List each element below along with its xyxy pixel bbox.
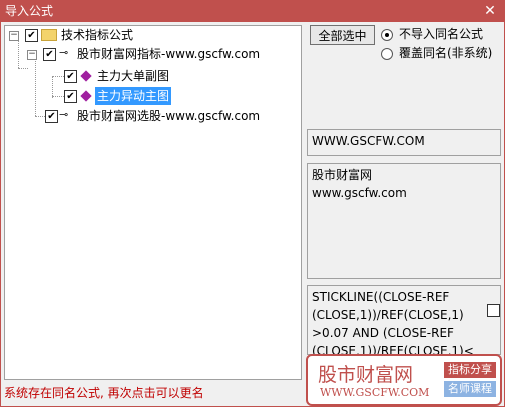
- checkbox-gscfw-stock-picker[interactable]: ✔: [45, 110, 58, 123]
- select-all-button[interactable]: 全部选中: [310, 25, 375, 45]
- collapse-icon[interactable]: −: [27, 50, 37, 60]
- code-checkbox[interactable]: [487, 304, 500, 317]
- tree-item-main-force-big-order[interactable]: ✔ 主力大单副图: [5, 67, 301, 85]
- description-line: www.gscfw.com: [312, 186, 407, 200]
- radio-selected-icon: [381, 28, 393, 41]
- radio-label: 不导入同名公式: [399, 27, 484, 41]
- tree-item-gscfw-indicator[interactable]: − ✔ ⊸ 股市财富网指标-www.gscfw.com: [5, 45, 301, 63]
- checkbox-main-force-anomaly[interactable]: ✔: [64, 90, 77, 103]
- logo-url: WWW.GSCFW.COM: [320, 386, 430, 399]
- logo-tag-indicator-share: 指标分享: [444, 362, 496, 378]
- formula-description-box[interactable]: 股市财富网 www.gscfw.com: [307, 163, 501, 279]
- radio-unselected-icon: [381, 47, 393, 60]
- import-formula-dialog: 导入公式 ✕ − ✔ 技术指标公式 − ✔ ⊸ 股市财富网指标-www.gscf…: [0, 0, 505, 407]
- description-line: 股市财富网: [312, 168, 373, 182]
- radio-label: 覆盖同名(非系统): [399, 46, 493, 60]
- radio-overwrite[interactable]: 覆盖同名(非系统): [381, 45, 492, 61]
- code-line: STICKLINE((CLOSE-REF: [312, 290, 450, 304]
- formula-code-box[interactable]: STICKLINE((CLOSE-REF (CLOSE,1))/REF(CLOS…: [307, 285, 501, 355]
- tree-item-root[interactable]: − ✔ 技术指标公式: [5, 26, 301, 44]
- window-title: 导入公式: [5, 4, 54, 18]
- collapse-icon[interactable]: −: [9, 31, 19, 41]
- logo-name: 股市财富网: [318, 364, 414, 386]
- status-message: 系统存在同名公式, 再次点击可以更名: [4, 386, 204, 400]
- formula-url-box: WWW.GSCFW.COM: [307, 129, 501, 156]
- checkbox-main-force-big-order[interactable]: ✔: [64, 70, 77, 83]
- tree-item-label: 股市财富网指标-www.gscfw.com: [77, 47, 261, 61]
- checkbox-root[interactable]: ✔: [25, 29, 38, 42]
- tree-item-main-force-anomaly[interactable]: ✔ 主力异动主图: [5, 87, 301, 105]
- gscfw-logo: 股市财富网 WWW.GSCFW.COM 指标分享 名师课程: [306, 354, 502, 406]
- tree-item-label: 主力异动主图: [95, 87, 172, 105]
- tree-item-label: 股市财富网选股-www.gscfw.com: [77, 109, 261, 123]
- tree-item-label: 主力大单副图: [97, 69, 170, 83]
- code-line: >0.07 AND (CLOSE-REF: [312, 326, 454, 340]
- code-line: (CLOSE,1))/REF(CLOSE,1): [312, 308, 464, 322]
- formula-url: WWW.GSCFW.COM: [312, 134, 425, 148]
- key-icon: ⊸: [59, 46, 69, 59]
- title-bar: 导入公式 ✕: [1, 1, 504, 22]
- logo-tag-teacher-course: 名师课程: [444, 381, 496, 397]
- tree-item-label: 技术指标公式: [61, 28, 134, 42]
- formula-icon: [80, 70, 92, 82]
- radio-skip-duplicate[interactable]: 不导入同名公式: [381, 26, 483, 42]
- formula-icon: [80, 90, 92, 102]
- checkbox-gscfw-indicator[interactable]: ✔: [43, 48, 56, 61]
- tree-item-gscfw-stock-picker[interactable]: ✔ ⊸ 股市财富网选股-www.gscfw.com: [5, 107, 301, 125]
- close-icon[interactable]: ✕: [482, 1, 498, 22]
- formula-tree[interactable]: − ✔ 技术指标公式 − ✔ ⊸ 股市财富网指标-www.gscfw.com ✔…: [4, 25, 302, 380]
- folder-icon: [41, 29, 57, 41]
- key-icon: ⊸: [59, 108, 69, 121]
